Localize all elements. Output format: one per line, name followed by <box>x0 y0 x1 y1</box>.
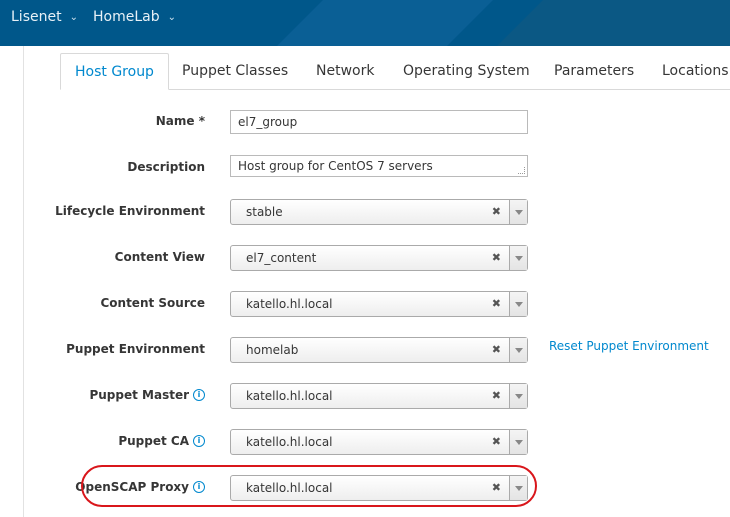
organization-menu[interactable]: Lisenet ⌄ <box>11 9 78 25</box>
dropdown-arrow-icon[interactable] <box>509 200 527 224</box>
chevron-down-icon: ⌄ <box>167 11 176 23</box>
openscap-proxy-highlight-annotation <box>81 465 537 507</box>
clear-icon[interactable]: ✖ <box>492 246 501 270</box>
content-view-label: Content View <box>115 250 205 264</box>
puppet-master-label-text: Puppet Master <box>89 388 189 402</box>
puppet-environment-select[interactable]: homelab ✖ <box>230 337 528 363</box>
lifecycle-environment-value: stable <box>246 205 283 219</box>
resize-handle-icon[interactable] <box>518 167 525 174</box>
puppet-ca-label: Puppet CA i <box>118 434 205 448</box>
help-icon[interactable]: i <box>193 389 205 401</box>
content-source-select[interactable]: katello.hl.local ✖ <box>230 291 528 317</box>
name-input[interactable]: el7_group <box>230 110 528 134</box>
content-source-label-text: Content Source <box>100 296 205 310</box>
tab-network[interactable]: Network <box>302 53 388 89</box>
lifecycle-environment-label: Lifecycle Environment <box>55 204 205 218</box>
description-textarea[interactable]: Host group for CentOS 7 servers <box>230 155 528 177</box>
description-value: Host group for CentOS 7 servers <box>238 159 433 173</box>
puppet-ca-select[interactable]: katello.hl.local ✖ <box>230 429 528 455</box>
puppet-environment-label: Puppet Environment <box>66 342 205 356</box>
clear-icon[interactable]: ✖ <box>492 338 501 362</box>
name-label-text: Name * <box>155 114 205 128</box>
clear-icon[interactable]: ✖ <box>492 384 501 408</box>
help-icon[interactable]: i <box>193 435 205 447</box>
description-label: Description <box>127 160 205 174</box>
tab-parameters[interactable]: Parameters <box>540 53 648 89</box>
organization-menu-label: Lisenet <box>11 9 62 25</box>
clear-icon[interactable]: ✖ <box>492 430 501 454</box>
navbar-decoration <box>497 0 730 46</box>
puppet-master-select[interactable]: katello.hl.local ✖ <box>230 383 528 409</box>
reset-puppet-environment-link[interactable]: Reset Puppet Environment <box>549 339 709 353</box>
chevron-down-icon: ⌄ <box>69 11 78 23</box>
puppet-environment-value: homelab <box>246 343 299 357</box>
location-menu-label: HomeLab <box>93 9 160 25</box>
top-navbar: Lisenet ⌄ HomeLab ⌄ <box>0 0 730 46</box>
content-source-label: Content Source <box>100 296 205 310</box>
content-source-value: katello.hl.local <box>246 297 333 311</box>
puppet-ca-label-text: Puppet CA <box>118 434 189 448</box>
puppet-master-value: katello.hl.local <box>246 389 333 403</box>
sidebar-divider <box>23 46 24 517</box>
dropdown-arrow-icon[interactable] <box>509 384 527 408</box>
tab-operating-system[interactable]: Operating System <box>389 53 544 89</box>
content-view-value: el7_content <box>246 251 317 265</box>
puppet-environment-label-text: Puppet Environment <box>66 342 205 356</box>
lifecycle-environment-select[interactable]: stable ✖ <box>230 199 528 225</box>
description-label-text: Description <box>127 160 205 174</box>
clear-icon[interactable]: ✖ <box>492 200 501 224</box>
navbar-decoration <box>277 0 493 46</box>
dropdown-arrow-icon[interactable] <box>509 246 527 270</box>
tab-host-group[interactable]: Host Group <box>60 53 169 90</box>
host-group-tabs: Host Group Puppet Classes Network Operat… <box>60 53 730 90</box>
lifecycle-environment-label-text: Lifecycle Environment <box>55 204 205 218</box>
dropdown-arrow-icon[interactable] <box>509 338 527 362</box>
dropdown-arrow-icon[interactable] <box>509 430 527 454</box>
tab-puppet-classes[interactable]: Puppet Classes <box>168 53 302 89</box>
puppet-ca-value: katello.hl.local <box>246 435 333 449</box>
name-label: Name * <box>156 114 205 128</box>
dropdown-arrow-icon[interactable] <box>509 292 527 316</box>
content-view-select[interactable]: el7_content ✖ <box>230 245 528 271</box>
location-menu[interactable]: HomeLab ⌄ <box>93 9 176 25</box>
clear-icon[interactable]: ✖ <box>492 292 501 316</box>
puppet-master-label: Puppet Master i <box>89 388 205 402</box>
content-view-label-text: Content View <box>114 250 205 264</box>
tab-locations[interactable]: Locations <box>648 53 730 89</box>
